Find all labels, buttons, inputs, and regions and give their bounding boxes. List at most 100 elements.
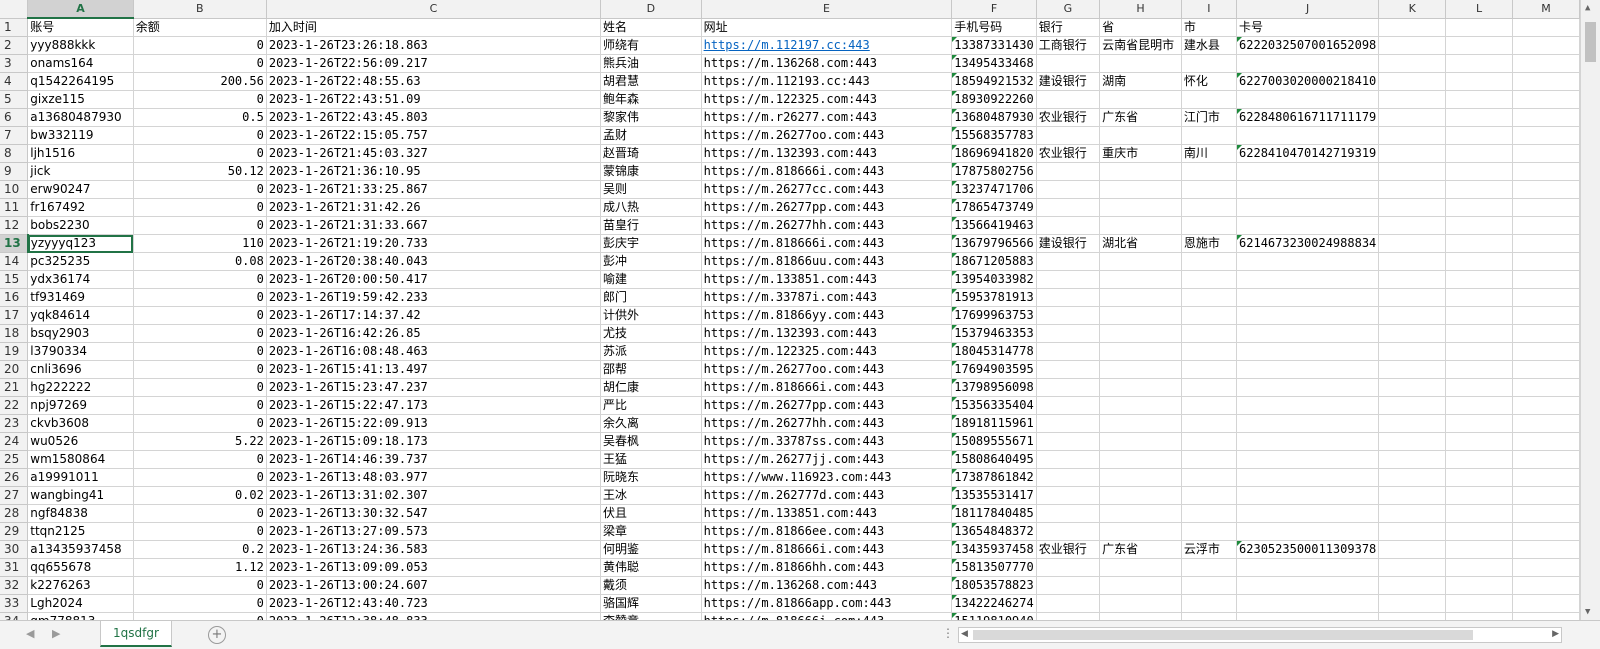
- cell-K6[interactable]: [1378, 108, 1447, 127]
- cell-A31[interactable]: qq655678: [27, 558, 134, 577]
- cell-A21[interactable]: hg222222: [27, 378, 134, 397]
- cell-K23[interactable]: [1378, 414, 1447, 433]
- cell-D1[interactable]: 姓名: [600, 18, 702, 37]
- cell-G10[interactable]: [1036, 180, 1101, 199]
- cell-M34[interactable]: [1512, 612, 1580, 620]
- cell-M15[interactable]: [1512, 270, 1580, 289]
- cell-I12[interactable]: [1181, 216, 1238, 235]
- cell-F16[interactable]: 15953781913: [951, 288, 1037, 307]
- cell-H9[interactable]: [1099, 162, 1182, 181]
- cell-G15[interactable]: [1036, 270, 1101, 289]
- cell-C31[interactable]: 2023-1-26T13:09:09.053: [266, 558, 602, 577]
- cell-M3[interactable]: [1512, 54, 1580, 73]
- cell-E26[interactable]: https://www.116923.com:443: [701, 468, 953, 487]
- cell-A29[interactable]: ttqn2125: [27, 522, 134, 541]
- cell-C24[interactable]: 2023-1-26T15:09:18.173: [266, 432, 602, 451]
- cell-K19[interactable]: [1378, 342, 1447, 361]
- cell-I22[interactable]: [1181, 396, 1238, 415]
- cell-B17[interactable]: 0: [133, 306, 267, 325]
- row-header-4[interactable]: 4: [0, 72, 29, 91]
- cell-C3[interactable]: 2023-1-26T22:56:09.217: [266, 54, 602, 73]
- cell-M14[interactable]: [1512, 252, 1580, 271]
- column-header-J[interactable]: J: [1236, 0, 1380, 19]
- cell-K31[interactable]: [1378, 558, 1447, 577]
- cell-C5[interactable]: 2023-1-26T22:43:51.09: [266, 90, 602, 109]
- cell-G17[interactable]: [1036, 306, 1101, 325]
- cell-A9[interactable]: jick: [27, 162, 134, 181]
- cell-G26[interactable]: [1036, 468, 1101, 487]
- cell-L24[interactable]: [1445, 432, 1513, 451]
- row-header-1[interactable]: 1: [0, 18, 29, 37]
- cell-B33[interactable]: 0: [133, 594, 267, 613]
- cell-B23[interactable]: 0: [133, 414, 267, 433]
- cell-H29[interactable]: [1099, 522, 1182, 541]
- row-header-6[interactable]: 6: [0, 108, 29, 127]
- column-header-E[interactable]: E: [701, 0, 953, 19]
- cell-G27[interactable]: [1036, 486, 1101, 505]
- cell-F10[interactable]: 13237471706: [951, 180, 1037, 199]
- cell-G28[interactable]: [1036, 504, 1101, 523]
- cell-M9[interactable]: [1512, 162, 1580, 181]
- cell-D22[interactable]: 严比: [600, 396, 702, 415]
- row-header-29[interactable]: 29: [0, 522, 29, 541]
- cell-L34[interactable]: [1445, 612, 1513, 620]
- cell-I16[interactable]: [1181, 288, 1238, 307]
- cell-D5[interactable]: 鲍年森: [600, 90, 702, 109]
- cell-B29[interactable]: 0: [133, 522, 267, 541]
- cell-J4[interactable]: 6227003020000218410: [1236, 72, 1380, 91]
- cell-A33[interactable]: Lgh2024: [27, 594, 134, 613]
- cell-F2[interactable]: 13387331430: [951, 36, 1037, 55]
- cell-M17[interactable]: [1512, 306, 1580, 325]
- row-header-19[interactable]: 19: [0, 342, 29, 361]
- row-header-22[interactable]: 22: [0, 396, 29, 415]
- cell-K2[interactable]: [1378, 36, 1447, 55]
- cell-E1[interactable]: 网址: [701, 18, 953, 37]
- row-header-28[interactable]: 28: [0, 504, 29, 523]
- cell-B26[interactable]: 0: [133, 468, 267, 487]
- cell-D13[interactable]: 彭庆宇: [600, 234, 702, 253]
- cell-D31[interactable]: 黄伟聪: [600, 558, 702, 577]
- cell-C25[interactable]: 2023-1-26T14:46:39.737: [266, 450, 602, 469]
- cell-L30[interactable]: [1445, 540, 1513, 559]
- cell-B12[interactable]: 0: [133, 216, 267, 235]
- cell-B32[interactable]: 0: [133, 576, 267, 595]
- cell-D24[interactable]: 吴春枫: [600, 432, 702, 451]
- cell-G8[interactable]: 农业银行: [1036, 144, 1101, 163]
- cell-K1[interactable]: [1378, 18, 1447, 37]
- cell-H11[interactable]: [1099, 198, 1182, 217]
- cell-I7[interactable]: [1181, 126, 1238, 145]
- vertical-scroll-thumb[interactable]: [1585, 22, 1596, 62]
- cell-B19[interactable]: 0: [133, 342, 267, 361]
- cell-B30[interactable]: 0.2: [133, 540, 267, 559]
- cell-L3[interactable]: [1445, 54, 1513, 73]
- cell-J34[interactable]: [1236, 612, 1380, 620]
- cell-L14[interactable]: [1445, 252, 1513, 271]
- cell-E11[interactable]: https://m.26277pp.com:443: [701, 198, 953, 217]
- cell-L28[interactable]: [1445, 504, 1513, 523]
- cell-H27[interactable]: [1099, 486, 1182, 505]
- cell-L9[interactable]: [1445, 162, 1513, 181]
- cell-F24[interactable]: 15089555671: [951, 432, 1037, 451]
- cell-C21[interactable]: 2023-1-26T15:23:47.237: [266, 378, 602, 397]
- cell-L18[interactable]: [1445, 324, 1513, 343]
- cell-E33[interactable]: https://m.81866app.com:443: [701, 594, 953, 613]
- cell-E12[interactable]: https://m.26277hh.com:443: [701, 216, 953, 235]
- cell-F13[interactable]: 13679796566: [951, 234, 1037, 253]
- cell-A15[interactable]: ydx36174: [27, 270, 134, 289]
- cell-D12[interactable]: 苗皇行: [600, 216, 702, 235]
- column-header-F[interactable]: F: [951, 0, 1037, 19]
- cell-G29[interactable]: [1036, 522, 1101, 541]
- cell-J26[interactable]: [1236, 468, 1380, 487]
- cell-I8[interactable]: 南川: [1181, 144, 1238, 163]
- cell-F17[interactable]: 17699963753: [951, 306, 1037, 325]
- column-header-D[interactable]: D: [600, 0, 702, 19]
- cell-E29[interactable]: https://m.81866ee.com:443: [701, 522, 953, 541]
- cell-G24[interactable]: [1036, 432, 1101, 451]
- cell-B7[interactable]: 0: [133, 126, 267, 145]
- row-header-27[interactable]: 27: [0, 486, 29, 505]
- cell-I29[interactable]: [1181, 522, 1238, 541]
- cell-G2[interactable]: 工商银行: [1036, 36, 1101, 55]
- cell-K3[interactable]: [1378, 54, 1447, 73]
- cell-B27[interactable]: 0.02: [133, 486, 267, 505]
- cell-D25[interactable]: 王猛: [600, 450, 702, 469]
